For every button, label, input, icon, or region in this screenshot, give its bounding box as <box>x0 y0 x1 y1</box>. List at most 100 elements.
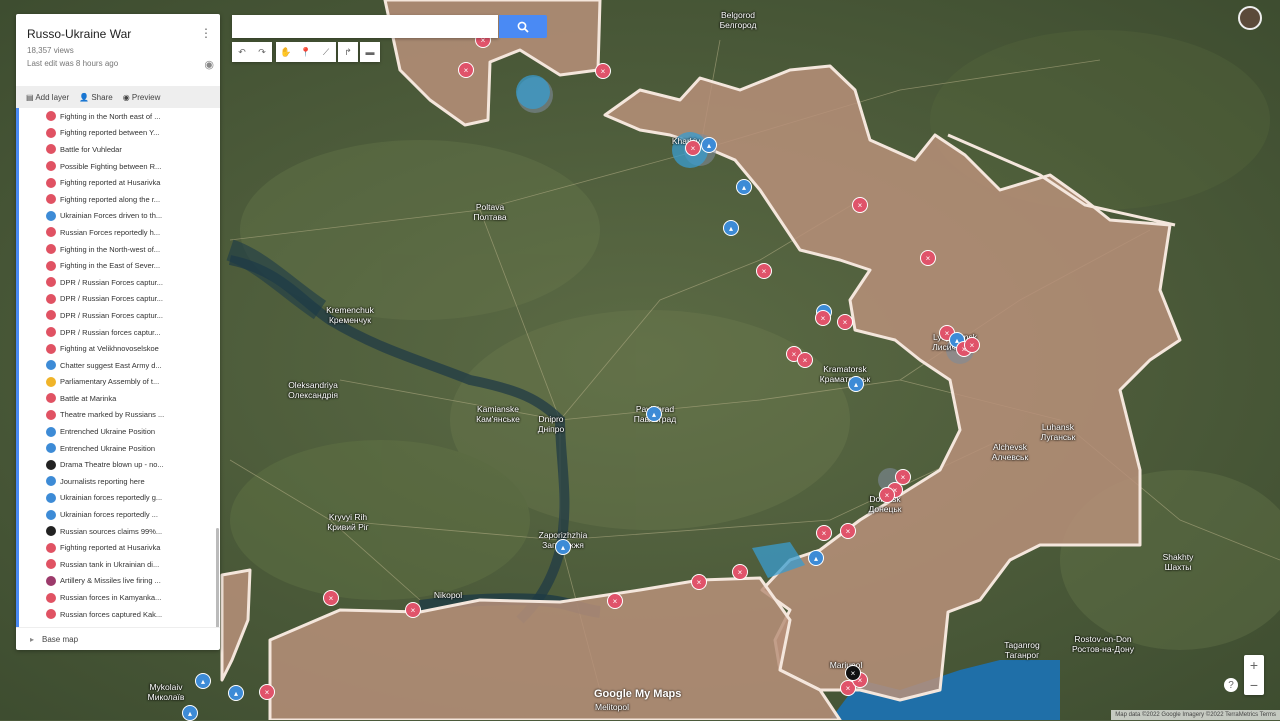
russian-marker-icon[interactable]: × <box>685 140 701 156</box>
layer-item[interactable]: Ukrainian forces reportedly ... <box>16 506 220 523</box>
layer-item[interactable]: DPR / Russian Forces captur... <box>16 307 220 324</box>
directions-group: ↱ <box>338 42 358 62</box>
hand-icon[interactable]: ✋ <box>276 42 296 62</box>
more-options-icon[interactable]: ⋮ <box>200 26 212 40</box>
city-label-rostov: Rostov-on-Don Ростов-на-Дону <box>1072 634 1134 654</box>
ukrainian-marker-icon[interactable]: ▴ <box>646 406 662 422</box>
search-input[interactable] <box>232 15 498 38</box>
layer-item-label: Drama Theatre blown up - no... <box>60 460 164 470</box>
layer-item[interactable]: Drama Theatre blown up - no... <box>16 456 220 473</box>
layer-item[interactable]: DPR / Russian forces captur... <box>16 324 220 341</box>
layer-item[interactable]: Fighting at Velikhnovoselskoe <box>16 340 220 357</box>
share-button[interactable]: 👤 Share <box>79 93 113 102</box>
panel-scrollbar[interactable] <box>216 528 219 628</box>
ukrainian-marker-icon[interactable]: ▴ <box>195 673 211 689</box>
russian-marker-icon[interactable]: × <box>732 564 748 580</box>
layer-item[interactable]: Ukrainian forces reportedly g... <box>16 490 220 507</box>
layer-item[interactable]: Russian sources claims 99%... <box>16 523 220 540</box>
russian-marker-icon[interactable]: × <box>607 593 623 609</box>
place-marker-icon <box>46 161 56 172</box>
ukrainian-marker-icon[interactable]: ▴ <box>808 550 824 566</box>
ukrainian-marker-icon[interactable]: ▴ <box>182 705 198 721</box>
zoom-in-icon[interactable]: + <box>1244 655 1264 675</box>
avatar[interactable] <box>1238 6 1262 30</box>
russian-marker-icon[interactable]: × <box>756 263 772 279</box>
layer-item[interactable]: Battle for Vuhledar <box>16 141 220 158</box>
layer-item[interactable]: Russian Forces reportedly h... <box>16 224 220 241</box>
zoom-out-icon[interactable]: − <box>1244 675 1264 695</box>
layer-item[interactable]: Battle at Marinka <box>16 390 220 407</box>
share-label: Share <box>91 92 113 102</box>
russian-marker-icon[interactable]: × <box>964 337 980 353</box>
layer-item-label: Battle at Marinka <box>60 393 117 403</box>
ukrainian-marker-icon[interactable]: ▴ <box>701 137 717 153</box>
layer-item[interactable]: Fighting reported along the r... <box>16 191 220 208</box>
ukrainian-marker-icon[interactable]: ▴ <box>736 179 752 195</box>
add-layer-button[interactable]: ▤ Add layer <box>26 93 69 102</box>
city-label-alchevsk: Alchevsk Алчевськ <box>992 442 1028 462</box>
ukrainian-marker-icon[interactable]: ▴ <box>848 376 864 392</box>
russian-marker-icon[interactable]: × <box>323 590 339 606</box>
russian-marker-icon[interactable]: × <box>845 665 861 681</box>
layer-item[interactable]: DPR / Russian Forces captur... <box>16 291 220 308</box>
city-label-belgorod: Belgorod Белгород <box>720 10 757 30</box>
place-marker-icon <box>46 260 56 271</box>
layer-item[interactable]: Artillery & Missiles live firing ... <box>16 573 220 590</box>
russian-marker-icon[interactable]: × <box>852 197 868 213</box>
russian-marker-icon[interactable]: × <box>259 684 275 700</box>
russian-marker-icon[interactable]: × <box>815 310 831 326</box>
marker-icon[interactable]: 📍 <box>296 42 316 62</box>
undo-redo-group: ↶ ↷ <box>232 42 272 62</box>
city-label-line: Belgorod <box>720 10 756 20</box>
city-label-line: Taganrog <box>1004 640 1040 650</box>
preview-button[interactable]: ◉ Preview <box>123 93 161 102</box>
layer-item[interactable]: Ukrainian Forces driven to th... <box>16 208 220 225</box>
place-marker-icon <box>46 310 56 321</box>
layer-item[interactable]: Journalists reporting here <box>16 473 220 490</box>
help-icon[interactable]: ? <box>1224 678 1238 692</box>
layer-item[interactable]: Possible Fighting between R... <box>16 158 220 175</box>
redo-icon[interactable]: ↷ <box>252 42 272 62</box>
ukrainian-marker-icon[interactable]: ▴ <box>723 220 739 236</box>
layer-item[interactable]: Russian forces in Kamyanka... <box>16 589 220 606</box>
city-label-line: Melitopol <box>594 702 630 712</box>
ruler-icon[interactable]: ▬ <box>360 42 380 62</box>
layer-item[interactable]: Russian tank in Ukrainian di... <box>16 556 220 573</box>
layer-item[interactable]: Fighting in the North east of ... <box>16 108 220 125</box>
layer-item[interactable]: Russian forces captured Kak... <box>16 606 220 623</box>
russian-marker-icon[interactable]: × <box>879 487 895 503</box>
search-button[interactable] <box>499 15 547 38</box>
russian-marker-icon[interactable]: × <box>691 574 707 590</box>
russian-marker-icon[interactable]: × <box>837 314 853 330</box>
map-title[interactable]: Russo-Ukraine War <box>27 27 131 41</box>
layer-item[interactable]: Fighting reported between Y... <box>16 125 220 142</box>
layer-item[interactable]: Fighting reported at Husarivka <box>16 174 220 191</box>
layer-item[interactable]: Theatre marked by Russians ... <box>16 407 220 424</box>
russian-marker-icon[interactable]: × <box>595 63 611 79</box>
ukrainian-marker-icon[interactable]: ▴ <box>228 685 244 701</box>
city-label-line: Shakhty <box>1162 552 1194 562</box>
layer-item[interactable]: Entrenched Ukraine Position <box>16 440 220 457</box>
directions-icon[interactable]: ↱ <box>338 42 358 62</box>
ukrainian-marker-icon[interactable]: ▴ <box>555 539 571 555</box>
undo-icon[interactable]: ↶ <box>232 42 252 62</box>
layer-item-label: DPR / Russian Forces captur... <box>60 277 163 287</box>
layer-item[interactable]: Parliamentary Assembly of t... <box>16 374 220 391</box>
eye-icon[interactable]: ◉ <box>204 58 214 71</box>
layer-item[interactable]: Entrenched Ukraine Position <box>16 423 220 440</box>
russian-marker-icon[interactable]: × <box>458 62 474 78</box>
layer-item[interactable]: DPR / Russian Forces captur... <box>16 274 220 291</box>
layer-item[interactable]: Fighting in the East of Sever... <box>16 257 220 274</box>
layer-item-label: Fighting in the North east of ... <box>60 111 161 121</box>
russian-marker-icon[interactable]: × <box>920 250 936 266</box>
russian-marker-icon[interactable]: × <box>816 525 832 541</box>
russian-marker-icon[interactable]: × <box>405 602 421 618</box>
layer-item[interactable]: Fighting reported at Husarivka <box>16 539 220 556</box>
layer-item[interactable]: Fighting in the North-west of... <box>16 241 220 258</box>
line-icon[interactable]: ⟋ <box>316 42 336 62</box>
russian-marker-icon[interactable]: × <box>840 523 856 539</box>
city-label-line: Kryvyi Rih <box>328 512 368 522</box>
russian-marker-icon[interactable]: × <box>797 352 813 368</box>
layer-item[interactable]: Chatter suggest East Army d... <box>16 357 220 374</box>
base-map-row[interactable]: ▸ Base map <box>16 627 220 650</box>
